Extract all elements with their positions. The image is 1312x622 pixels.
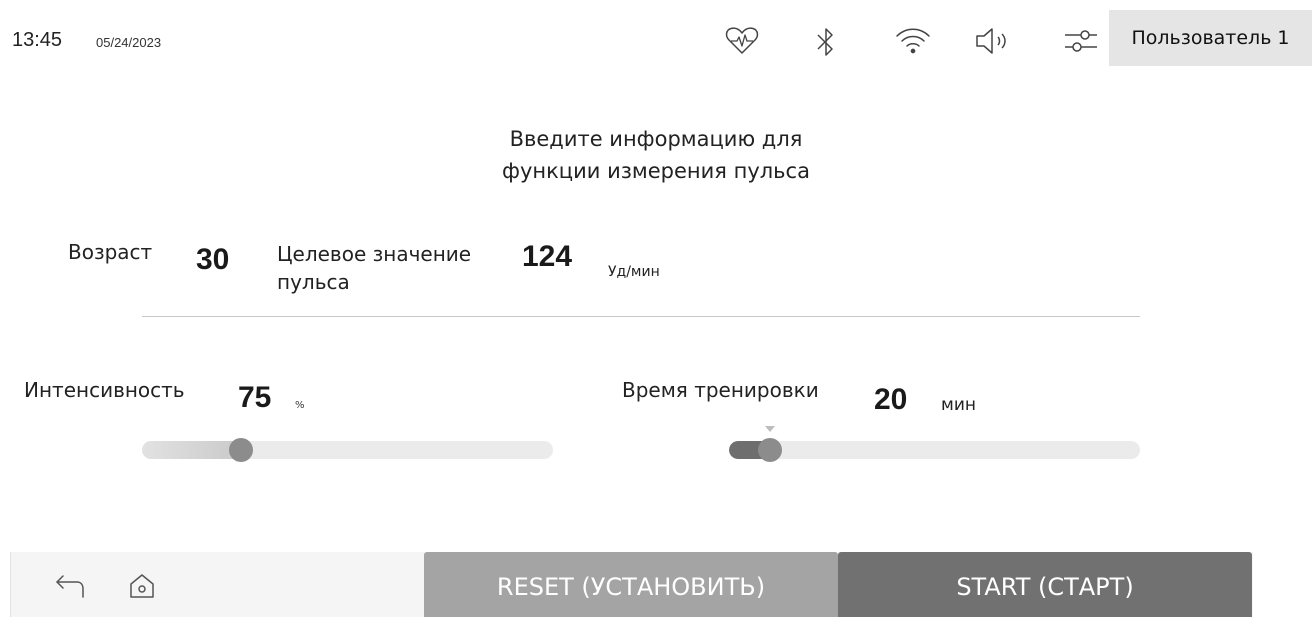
workout-time-slider-track[interactable] bbox=[729, 441, 1140, 459]
settings-sliders-icon[interactable] bbox=[1063, 26, 1099, 56]
target-pulse-unit: Уд/мин bbox=[608, 264, 660, 280]
workout-time-unit: мин bbox=[941, 395, 976, 415]
user-profile-button[interactable]: Пользователь 1 bbox=[1109, 10, 1312, 66]
volume-icon[interactable] bbox=[975, 26, 1015, 56]
intensity-label: Интенсивность bbox=[24, 378, 185, 402]
workout-time-marker-triangle bbox=[765, 426, 775, 432]
clock-date: 05/24/2023 bbox=[96, 35, 162, 50]
intensity-slider-knob[interactable] bbox=[229, 438, 253, 462]
workout-time-label: Время тренировки bbox=[622, 378, 819, 402]
bluetooth-icon[interactable] bbox=[815, 26, 837, 58]
section-divider bbox=[142, 316, 1140, 317]
target-pulse-label: Целевое значение пульса bbox=[277, 240, 471, 296]
home-icon[interactable] bbox=[128, 572, 156, 604]
intensity-value: 75 bbox=[238, 381, 272, 414]
workout-time-value: 20 bbox=[874, 383, 908, 416]
heading-line-1: Введите информацию для bbox=[509, 127, 803, 151]
workout-time-slider[interactable] bbox=[729, 426, 1140, 462]
workout-time-slider-knob[interactable] bbox=[758, 438, 782, 462]
age-value[interactable]: 30 bbox=[196, 243, 229, 277]
reset-button[interactable]: RESET (УСТАНОВИТЬ) bbox=[424, 552, 838, 617]
target-pulse-label-line-2: пульса bbox=[277, 270, 350, 294]
target-pulse-label-line-1: Целевое значение bbox=[277, 242, 472, 266]
intensity-slider-track[interactable] bbox=[142, 441, 553, 459]
intensity-unit: % bbox=[295, 400, 305, 411]
age-label: Возраст bbox=[68, 240, 153, 264]
wifi-icon[interactable] bbox=[895, 26, 931, 56]
heading-line-2: функции измерения пульса bbox=[502, 159, 810, 183]
target-pulse-value[interactable]: 124 bbox=[522, 240, 572, 274]
start-button[interactable]: START (СТАРТ) bbox=[838, 552, 1252, 617]
clock-time: 13:45 bbox=[12, 29, 63, 51]
page-heading: Введите информацию для функции измерения… bbox=[356, 123, 956, 187]
back-arrow-icon[interactable] bbox=[55, 573, 85, 603]
intensity-slider[interactable] bbox=[142, 438, 553, 462]
heart-rate-icon[interactable] bbox=[725, 26, 759, 56]
